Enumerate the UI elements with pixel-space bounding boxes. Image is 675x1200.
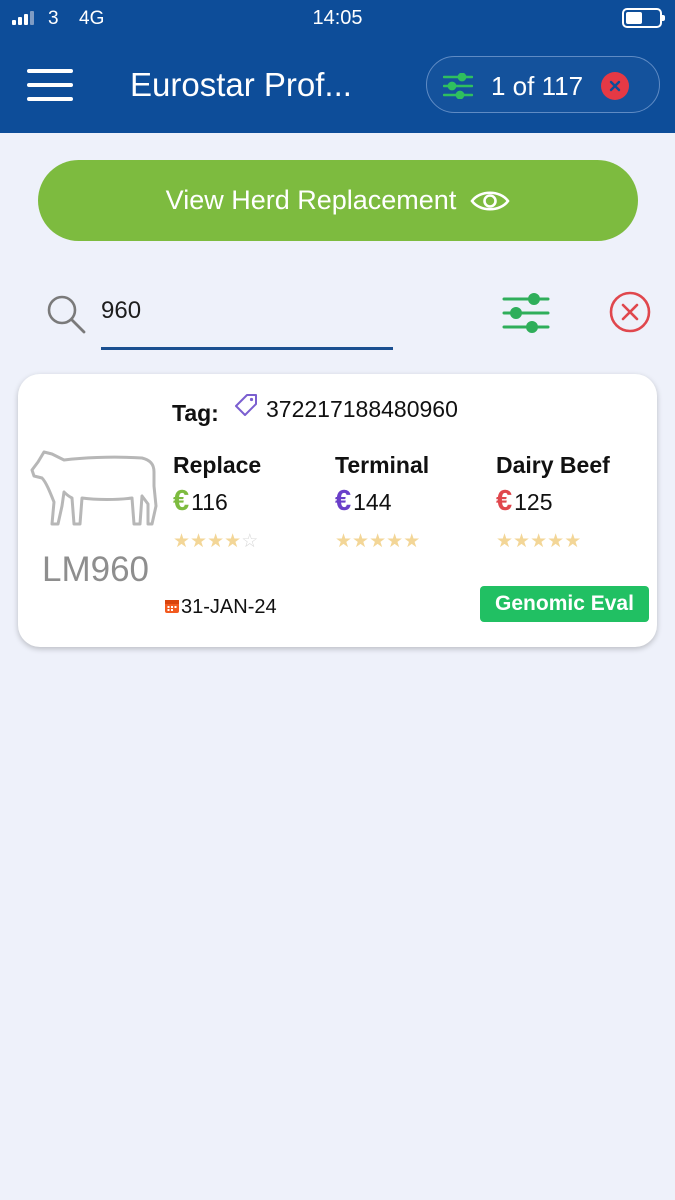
animal-result-card[interactable]: Tag: 372217188480960 LM960 31-JAN-24 Rep… [18,374,657,647]
star-filled-icon: ★ [547,531,565,552]
genomic-eval-badge: Genomic Eval [480,586,649,622]
star-filled-icon: ★ [173,531,191,552]
clear-search-button[interactable] [608,290,652,334]
star-filled-icon: ★ [352,531,370,552]
euro-icon: € [173,485,190,517]
sliders-icon[interactable] [443,73,473,99]
filter-button[interactable] [502,292,550,334]
page-title: Eurostar Prof... [130,66,352,103]
search-input[interactable] [101,293,393,329]
clear-filter-button[interactable] [601,72,629,100]
status-bar: 3 4G 14:05 [0,0,675,36]
star-filled-icon: ★ [496,531,514,552]
status-time: 14:05 [312,7,363,29]
search-icon [47,295,86,334]
star-rating: ★★★★★ [335,530,429,553]
sliders-icon [502,293,550,333]
metric-terminal: Terminal € 144 ★★★★★ [335,452,429,553]
animal-id: LM960 [41,550,150,589]
tag-label: Tag: [172,400,219,426]
star-filled-icon: ★ [335,531,353,552]
view-herd-replacement-button[interactable]: View Herd Replacement [38,160,638,241]
star-filled-icon: ★ [190,531,208,552]
calendar-icon [165,600,179,613]
app-header: Eurostar Prof... 1 of 117 [0,36,675,133]
close-icon [609,80,621,92]
metric-replace: Replace € 116 ★★★★☆ [173,452,261,553]
star-rating: ★★★★☆ [173,530,261,553]
hamburger-icon [27,69,73,73]
metric-value: 125 [514,489,553,515]
metric-label: Replace [173,452,262,478]
search-underline [101,347,393,350]
star-empty-icon: ☆ [241,531,259,552]
metric-dairy-beef: Dairy Beef € 125 ★★★★★ [496,452,610,553]
metric-label: Dairy Beef [496,452,610,478]
result-counter-pill[interactable]: 1 of 117 [426,56,660,113]
star-filled-icon: ★ [369,531,387,552]
star-filled-icon: ★ [386,531,404,552]
metric-value: 144 [353,489,392,515]
euro-icon: € [496,485,513,517]
close-circle-icon [609,291,651,333]
tag-number: 372217188480960 [266,396,458,422]
star-filled-icon: ★ [403,531,421,552]
evaluation-date: 31-JAN-24 [181,596,277,618]
menu-button[interactable] [27,69,73,101]
result-counter: 1 of 117 [491,71,584,101]
metric-value: 116 [191,489,228,515]
star-filled-icon: ★ [513,531,531,552]
star-filled-icon: ★ [564,531,582,552]
cow-outline-icon [30,450,158,526]
euro-icon: € [335,485,352,517]
star-filled-icon: ★ [530,531,548,552]
star-filled-icon: ★ [207,531,225,552]
eye-icon [470,190,510,211]
star-filled-icon: ★ [224,531,242,552]
star-rating: ★★★★★ [496,530,610,553]
herd-button-label: View Herd Replacement [165,185,457,215]
tag-icon [235,394,257,416]
battery-icon [622,8,665,28]
metric-label: Terminal [335,452,430,478]
